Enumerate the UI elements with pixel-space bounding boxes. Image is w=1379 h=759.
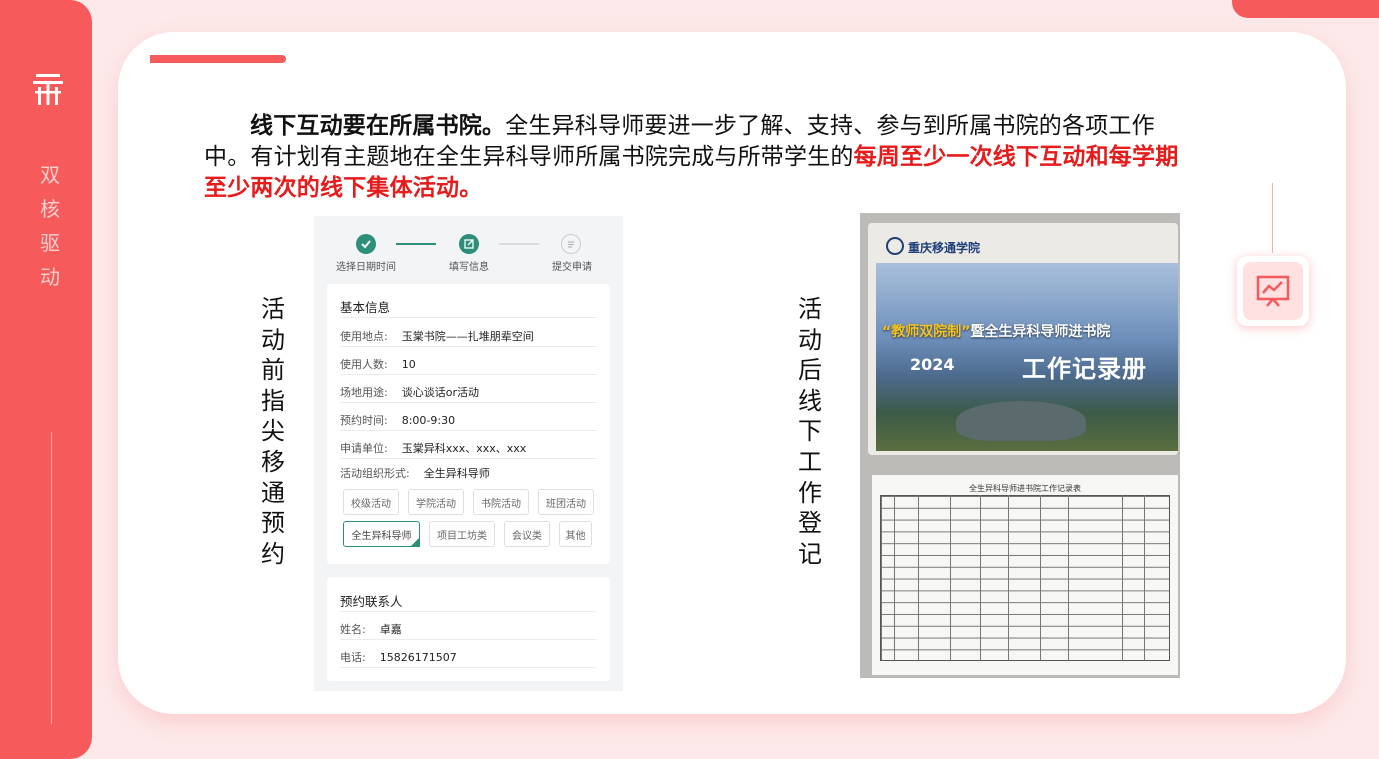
divider	[340, 402, 597, 403]
contact-phone: 电话: 15826171507	[340, 651, 457, 664]
intro-paragraph: 线下互动要在所属书院。全生异科导师要进一步了解、支持、参与到所属书院的各项工作中…	[204, 111, 1194, 204]
booklet-slogan: “教师双院制”暨全生异科导师进书院	[882, 324, 1111, 340]
col-line	[894, 495, 895, 661]
step-indicator: 选择日期时间 填写信息 提交申请	[314, 216, 623, 276]
field-location: 使用地点: 玉棠书院——扎堆朋辈空间	[340, 330, 534, 343]
col-line	[1008, 495, 1009, 661]
right-divider	[1272, 183, 1273, 253]
record-sheet: 全生异科导师进书院工作记录表	[872, 475, 1178, 675]
before-activity-label: 活 动 前 指 尖 移 通 预 约	[261, 295, 285, 568]
field-format: 活动组织形式: 全生异科导师	[340, 467, 490, 480]
divider	[340, 611, 597, 612]
field-purpose: 场地用途: 谈心谈话or活动	[340, 386, 479, 399]
bold-lead: 线下互动要在所属书院。	[250, 113, 506, 139]
divider	[340, 667, 597, 668]
top-right-accent	[1232, 0, 1379, 18]
step-1-check-icon	[356, 234, 376, 254]
field-headcount: 使用人数: 10	[340, 358, 416, 371]
col-line	[1144, 495, 1145, 661]
divider	[340, 374, 597, 375]
chip-class-activity[interactable]: 班团活动	[538, 489, 594, 515]
presentation-chart-icon	[1256, 275, 1290, 307]
step-1-label: 选择日期时间	[336, 262, 396, 273]
step-3-label: 提交申请	[552, 262, 592, 273]
chip-meeting[interactable]: 会议类	[504, 521, 550, 547]
field-time: 预约时间: 8:00-9:30	[340, 414, 456, 427]
divider	[340, 639, 597, 640]
basic-info-title: 基本信息	[340, 300, 391, 315]
col-line	[980, 495, 981, 661]
record-table-columns	[880, 495, 1170, 661]
step-3-document-icon	[561, 234, 581, 254]
booklet-title: 工作记录册	[1022, 355, 1147, 383]
logo-icon	[33, 74, 63, 105]
chip-mentor-selected[interactable]: 全生异科导师	[343, 521, 420, 547]
field-applicant: 申请单位: 玉棠异科xxx、xxx、xxx	[340, 442, 527, 455]
work-record-booklet-photo: 重庆移通学院 “教师双院制”暨全生异科导师进书院 2024 工作记录册 全生异科…	[860, 213, 1180, 678]
step-connector	[396, 243, 436, 245]
contact-panel: 预约联系人 姓名: 卓嘉 电话: 15826171507	[327, 577, 610, 681]
chip-college-activity[interactable]: 学院活动	[408, 489, 464, 515]
card-accent-bar	[150, 55, 286, 63]
col-line	[1040, 495, 1041, 661]
col-line	[950, 495, 951, 661]
after-activity-label: 活 动 后 线 下 工 作 登 记	[798, 295, 822, 568]
school-seal-icon	[886, 237, 904, 255]
divider	[340, 346, 597, 347]
col-line	[1068, 495, 1069, 661]
col-line	[1122, 495, 1123, 661]
chip-academy-activity[interactable]: 书院活动	[473, 489, 529, 515]
basic-info-panel: 基本信息 使用地点: 玉棠书院——扎堆朋辈空间 使用人数: 10 场地用途: 谈…	[327, 284, 610, 564]
booklet-school-name: 重庆移通学院	[908, 241, 981, 255]
rail-divider	[51, 432, 52, 724]
step-2-label: 填写信息	[449, 262, 489, 273]
col-line	[918, 495, 919, 661]
divider	[340, 458, 597, 459]
divider	[340, 430, 597, 431]
booking-form-screenshot: 选择日期时间 填写信息 提交申请 基本信息 使用地点: 玉棠书院——扎堆朋辈空间…	[314, 216, 623, 691]
contact-name: 姓名: 卓嘉	[340, 623, 402, 636]
contact-title: 预约联系人	[340, 594, 403, 609]
booklet-year: 2024	[910, 355, 955, 374]
chip-school-activity[interactable]: 校级活动	[343, 489, 399, 515]
step-2-edit-icon	[459, 234, 479, 254]
booklet-cover: 重庆移通学院 “教师双院制”暨全生异科导师进书院 2024 工作记录册	[868, 223, 1178, 455]
divider	[340, 317, 597, 318]
rail-title: 双 核 驱 动	[40, 163, 60, 289]
record-sheet-title: 全生异科导师进书院工作记录表	[969, 484, 1081, 493]
chip-other[interactable]: 其他	[559, 521, 592, 547]
campus-stone	[956, 401, 1086, 441]
chip-workshop[interactable]: 项目工坊类	[429, 521, 495, 547]
presentation-button[interactable]	[1237, 256, 1309, 326]
step-connector	[499, 243, 539, 245]
left-rail: 双 核 驱 动	[0, 0, 92, 759]
